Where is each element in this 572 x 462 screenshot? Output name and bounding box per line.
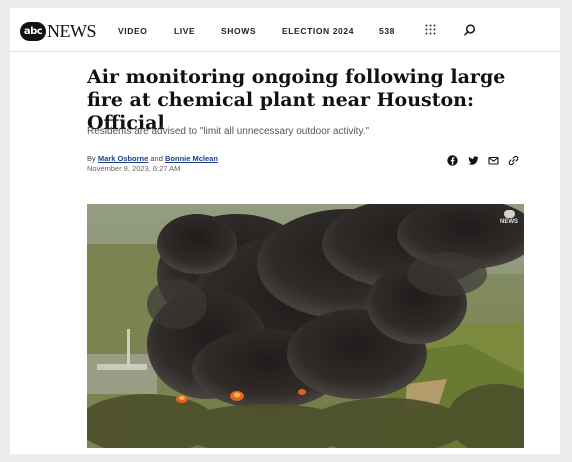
byline: By Mark Osborne and Bonnie Mclean [87,154,218,163]
apps-grid-icon[interactable] [425,24,436,35]
author-link-mark-osborne[interactable]: Mark Osborne [98,154,148,163]
nav-item-live[interactable]: LIVE [174,26,195,36]
watermark-text: NEWS [500,219,518,225]
email-icon[interactable] [488,155,499,166]
nav-item-shows[interactable]: SHOWS [221,26,256,36]
page: abc NEWS VIDEO LIVE SHOWS ELECTION 2024 … [10,8,560,454]
nav-item-video[interactable]: VIDEO [118,26,147,36]
byline-and: and [150,154,163,163]
author-link-bonnie-mclean[interactable]: Bonnie Mclean [165,154,218,163]
abc-news-logo[interactable]: abc NEWS [20,20,97,41]
search-icon[interactable] [464,24,476,36]
fire-smoke-photo [87,204,524,448]
byline-prefix: By [87,154,96,163]
hero-image: NEWS [87,204,524,448]
publish-date: November 9, 2023, 6:27 AM [87,164,181,173]
nav-item-election-2024[interactable]: ELECTION 2024 [282,26,354,36]
article-subheadline: Residents are advised to "limit all unne… [87,126,370,137]
facebook-icon[interactable] [447,155,458,166]
article-headline: Air monitoring ongoing following large f… [87,66,506,134]
abc-watermark-mark [503,210,515,218]
abc-logo-mark: abc [20,21,46,41]
link-icon[interactable] [508,155,519,166]
top-navigation: abc NEWS VIDEO LIVE SHOWS ELECTION 2024 … [10,8,560,52]
nav-item-538[interactable]: 538 [379,26,395,36]
news-logo-text: NEWS [47,20,97,41]
news-watermark: NEWS [500,210,518,226]
twitter-icon[interactable] [468,155,479,166]
